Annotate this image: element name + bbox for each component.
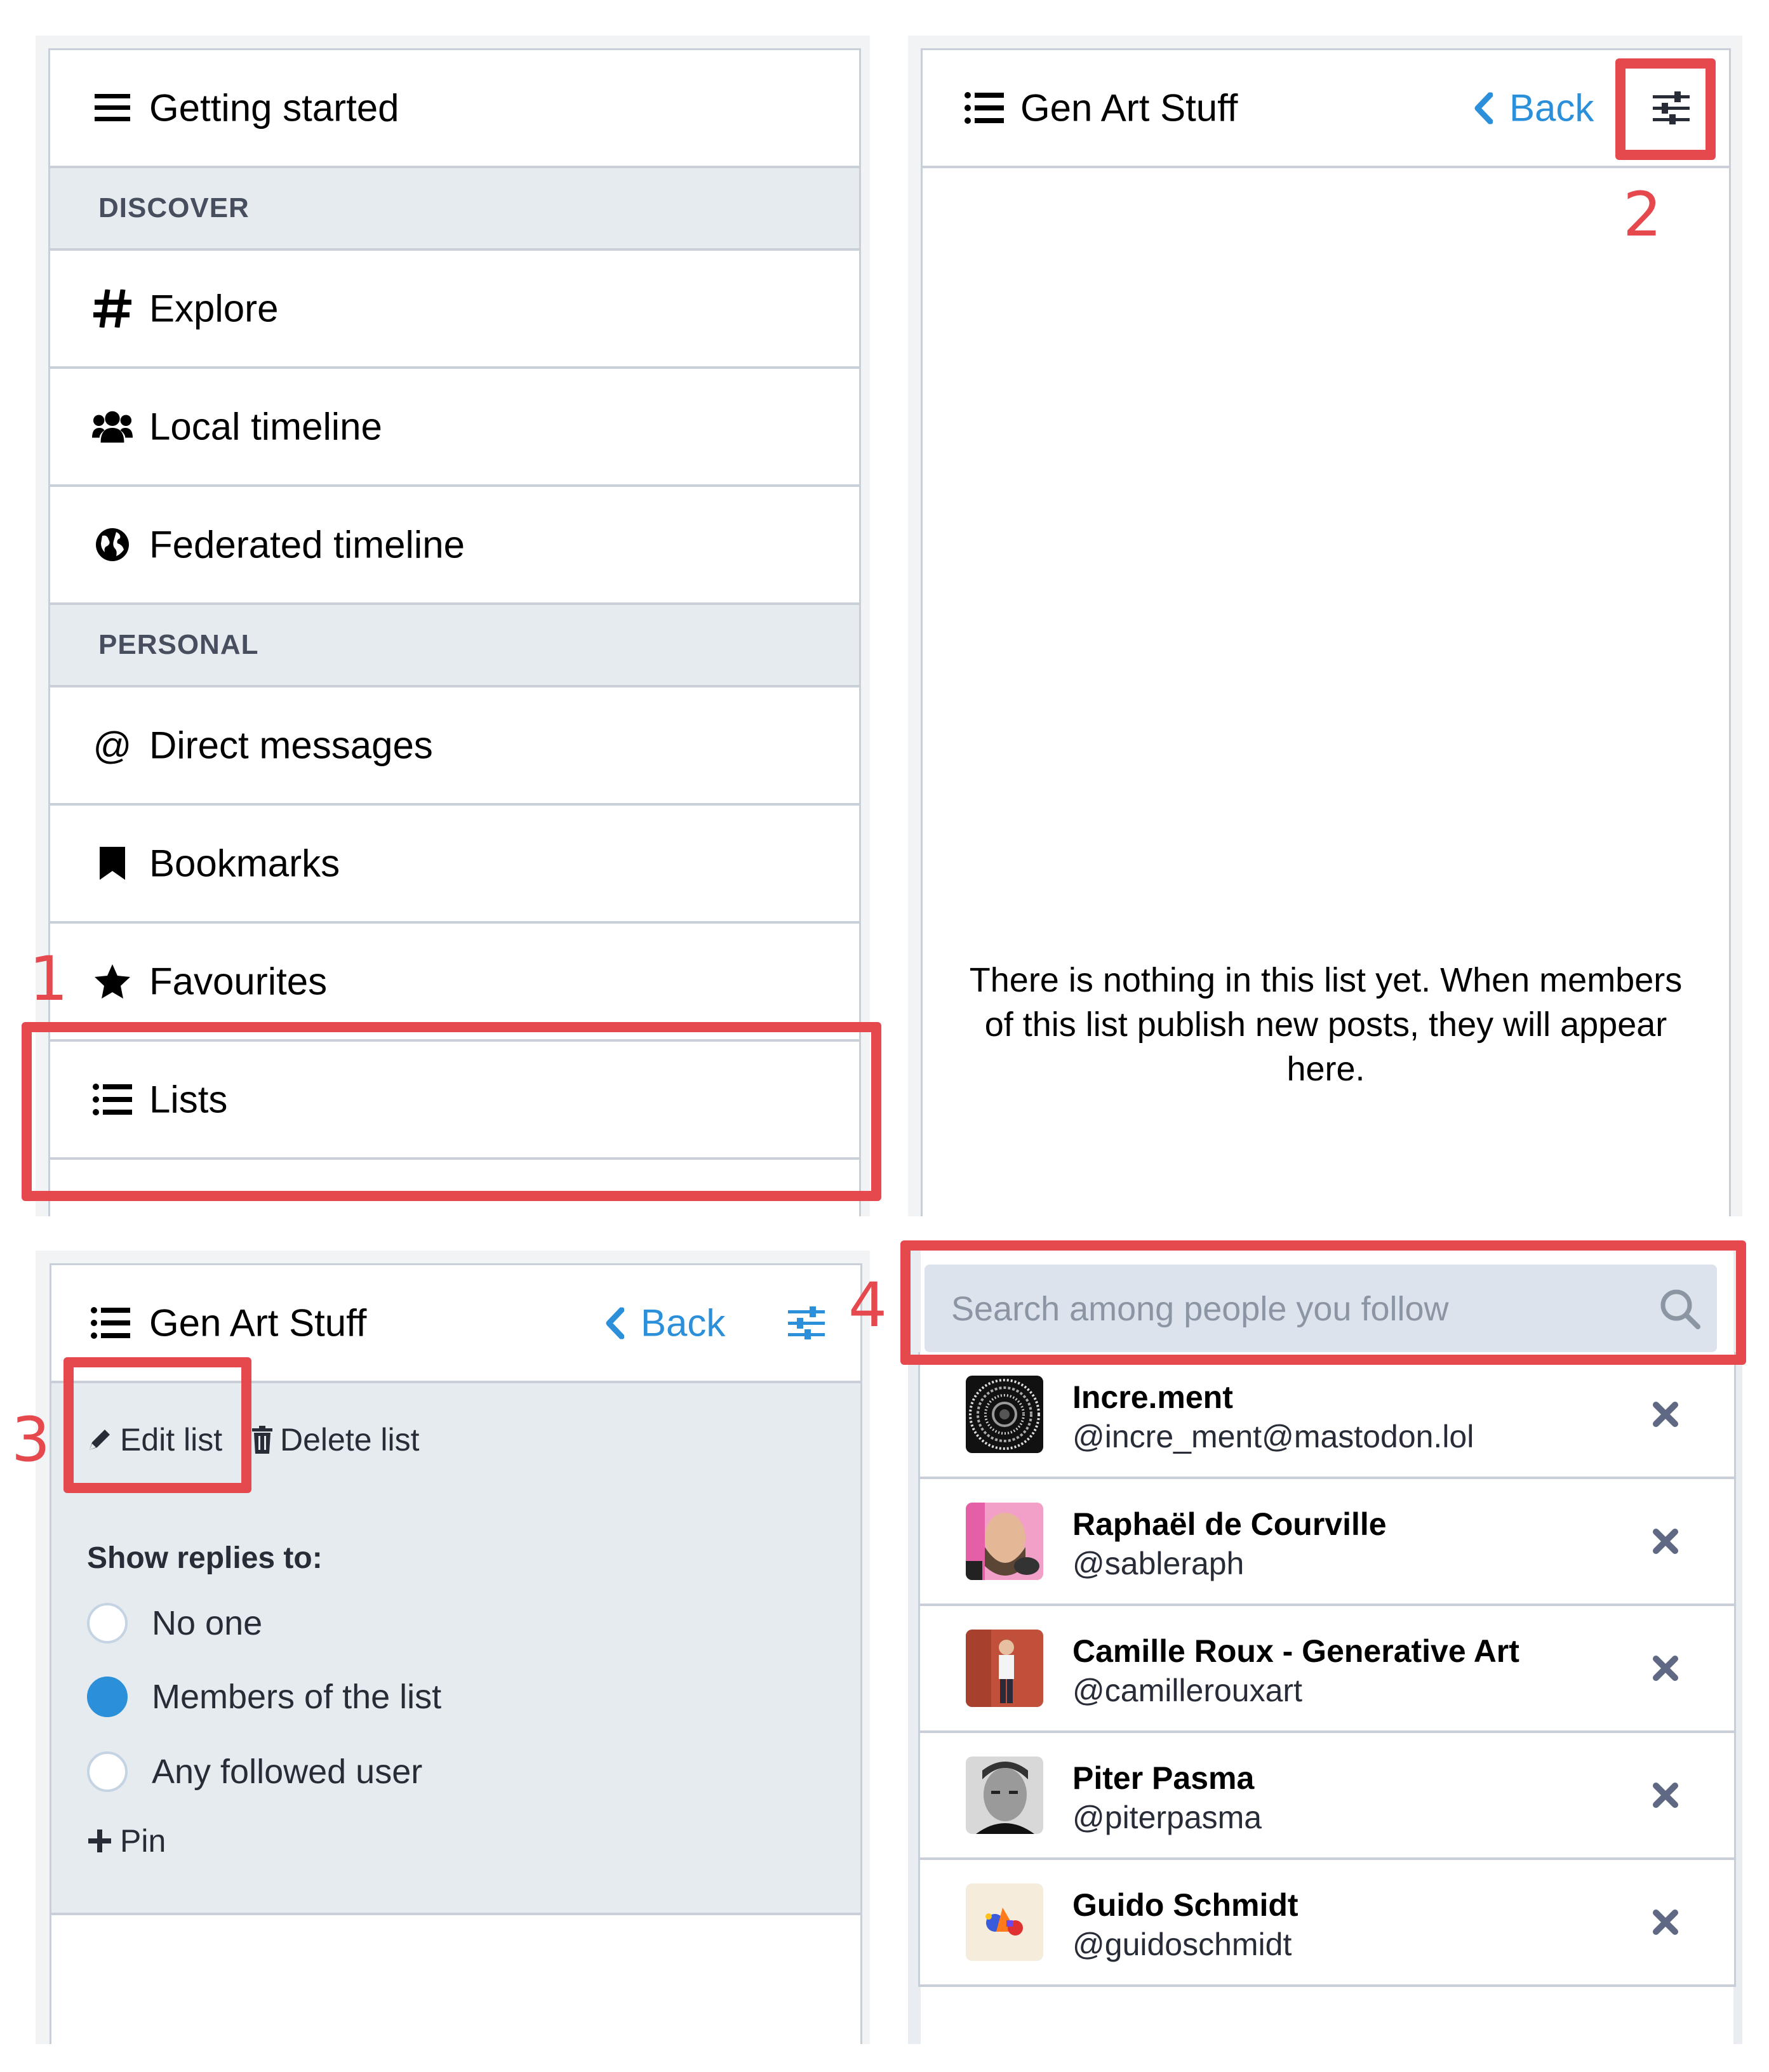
account-name: Piter Pasma <box>1072 1760 1255 1796</box>
remove-member-button[interactable] <box>1646 1649 1685 1687</box>
account-handle: @piterpasma <box>1072 1800 1262 1835</box>
nav-getting-started[interactable]: Getting started <box>50 50 859 168</box>
step-number-3: 3 <box>11 1404 51 1475</box>
nav-label: Federated timeline <box>149 523 465 566</box>
avatar <box>966 1883 1043 1961</box>
nav-label: Local timeline <box>149 405 382 448</box>
back-button[interactable]: Back <box>1474 86 1594 130</box>
show-replies-label: Show replies to: <box>87 1541 323 1575</box>
delete-list-label: Delete list <box>280 1422 420 1458</box>
list-icon <box>965 92 1004 124</box>
remove-member-button[interactable] <box>1646 1395 1685 1433</box>
globe-icon <box>92 524 133 565</box>
chevron-left-icon <box>1474 92 1493 124</box>
hamburger-icon <box>92 88 133 128</box>
nav-federated-timeline[interactable]: Federated timeline <box>50 487 859 605</box>
nav-label: Direct messages <box>149 724 433 767</box>
delete-list-button[interactable]: Delete list <box>252 1421 420 1458</box>
avatar <box>966 1757 1043 1834</box>
highlight-lists <box>22 1022 881 1201</box>
section-header-discover: DISCOVER <box>50 168 859 251</box>
remove-member-button[interactable] <box>1646 1776 1685 1814</box>
pin-label: Pin <box>120 1823 166 1859</box>
account-list: Incre.ment @incre_ment@mastodon.lol Raph… <box>918 1352 1736 1987</box>
account-handle: @sableraph <box>1072 1546 1245 1581</box>
nav-explore[interactable]: Explore <box>50 251 859 369</box>
radio-label: Members of the list <box>152 1678 442 1716</box>
list-item[interactable]: Incre.ment @incre_ment@mastodon.lol <box>920 1352 1734 1479</box>
avatar <box>966 1503 1043 1580</box>
list-item[interactable]: Raphaël de Courville @sableraph <box>920 1479 1734 1606</box>
column-title: Gen Art Stuff <box>149 1301 367 1345</box>
radio-label: No one <box>152 1604 263 1642</box>
remove-member-button[interactable] <box>1646 1522 1685 1560</box>
times-icon <box>1653 1402 1678 1427</box>
radio-option-no-one[interactable]: No one <box>87 1603 262 1644</box>
highlight-search <box>900 1240 1746 1365</box>
account-handle: @guidoschmidt <box>1072 1927 1292 1962</box>
radio-button[interactable] <box>87 1751 128 1792</box>
highlight-settings <box>1615 58 1716 160</box>
list-icon <box>91 1307 130 1339</box>
step-number-4: 4 <box>848 1270 888 1341</box>
hashtag-icon <box>92 288 133 329</box>
avatar <box>966 1376 1043 1453</box>
times-icon <box>1653 1783 1678 1808</box>
pin-button[interactable]: Pin <box>87 1823 166 1859</box>
empty-list-message: There is nothing in this list yet. When … <box>969 961 1683 1088</box>
trash-icon <box>252 1426 272 1454</box>
times-icon <box>1653 1656 1678 1681</box>
radio-option-any-followed[interactable]: Any followed user <box>87 1751 422 1792</box>
plus-icon <box>88 1830 111 1852</box>
nav-label: Favourites <box>149 960 328 1003</box>
nav-label: Explore <box>149 287 279 330</box>
radio-button[interactable] <box>87 1603 128 1644</box>
list-item[interactable]: Guido Schmidt @guidoschmidt <box>920 1860 1734 1987</box>
highlight-edit-list <box>63 1357 251 1493</box>
times-icon <box>1653 1909 1678 1935</box>
step-number-2: 2 <box>1623 179 1662 250</box>
nav-local-timeline[interactable]: Local timeline <box>50 369 859 487</box>
avatar <box>966 1630 1043 1707</box>
column-header: Gen Art Stuff Back <box>923 50 1729 168</box>
account-name: Incre.ment <box>1072 1379 1233 1415</box>
at-icon: @ <box>93 724 132 767</box>
nav-bookmarks[interactable]: Bookmarks <box>50 806 859 924</box>
account-name: Guido Schmidt <box>1072 1887 1298 1923</box>
account-handle: @camillerouxart <box>1072 1673 1302 1708</box>
bookmark-icon <box>92 843 133 884</box>
radio-button-selected[interactable] <box>87 1677 128 1717</box>
times-icon <box>1653 1529 1678 1554</box>
section-label: DISCOVER <box>98 192 250 223</box>
list-item[interactable]: Camille Roux - Generative Art @camillero… <box>920 1606 1734 1733</box>
users-icon <box>92 406 133 447</box>
sliders-icon[interactable] <box>788 1306 825 1339</box>
radio-option-members[interactable]: Members of the list <box>87 1677 441 1717</box>
section-header-personal: PERSONAL <box>50 605 859 687</box>
nav-label: Getting started <box>149 86 399 130</box>
nav-label: Bookmarks <box>149 842 340 885</box>
radio-label: Any followed user <box>152 1753 423 1791</box>
column-title: Gen Art Stuff <box>1020 86 1238 130</box>
remove-member-button[interactable] <box>1646 1903 1685 1941</box>
chevron-left-icon <box>606 1307 624 1339</box>
account-handle: @incre_ment@mastodon.lol <box>1072 1419 1474 1454</box>
section-label: PERSONAL <box>98 629 259 660</box>
list-column: Gen Art Stuff Back There is nothing in t… <box>921 48 1731 1216</box>
step-number-1: 1 <box>29 943 69 1014</box>
star-icon <box>92 961 133 1002</box>
account-name: Camille Roux - Generative Art <box>1072 1633 1519 1669</box>
back-label: Back <box>1509 86 1594 130</box>
account-name: Raphaël de Courville <box>1072 1506 1387 1542</box>
back-label: Back <box>641 1301 726 1345</box>
nav-direct-messages[interactable]: @ Direct messages <box>50 687 859 806</box>
back-button[interactable]: Back <box>605 1301 725 1345</box>
list-timeline-panel: Gen Art Stuff Back There is nothing in t… <box>908 36 1742 1216</box>
list-item[interactable]: Piter Pasma @piterpasma <box>920 1733 1734 1860</box>
list-members-panel: Incre.ment @incre_ment@mastodon.lol Raph… <box>908 1251 1742 2044</box>
